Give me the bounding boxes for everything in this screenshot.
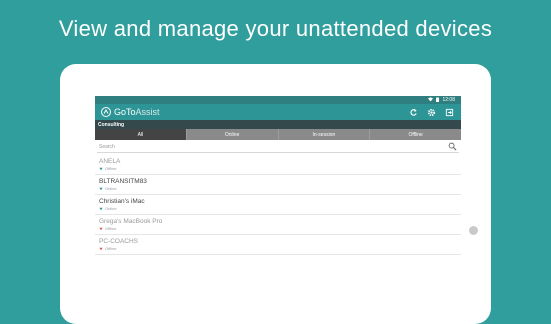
device-item[interactable]: Grega's MacBook Pro Offline — [95, 215, 461, 235]
filter-tabs: All Online In-session Offline — [95, 129, 461, 140]
headline: View and manage your unattended devices — [58, 16, 493, 41]
device-item[interactable]: Christian's iMac Online — [95, 195, 461, 215]
logo-text-assist: Assist — [135, 107, 160, 117]
refresh-icon — [410, 108, 417, 116]
app-logo: GoTo Assist — [101, 107, 160, 117]
tab-in-session[interactable]: In-session — [278, 129, 371, 140]
logo-text-goto: GoTo — [114, 107, 136, 117]
tablet-home-button — [469, 226, 478, 235]
arrow-down-icon — [99, 247, 103, 250]
device-status-text: Offline — [105, 226, 117, 231]
search-icon[interactable] — [448, 142, 457, 151]
tab-offline[interactable]: Offline — [370, 129, 461, 140]
logout-button[interactable] — [444, 107, 455, 118]
arrow-down-icon — [99, 227, 103, 230]
device-item[interactable]: ANELA Offline — [95, 155, 461, 175]
battery-icon — [436, 97, 440, 104]
search-bar — [97, 141, 459, 153]
tab-label: Online — [224, 131, 240, 138]
gotoassist-logo-icon — [101, 107, 111, 117]
device-name: PC-COACHS — [99, 238, 139, 245]
status-time: 12:08 — [442, 97, 455, 103]
device-status-text: Online — [105, 186, 117, 191]
logout-icon — [445, 108, 454, 116]
device-item[interactable]: PC-COACHS Offline — [95, 235, 461, 255]
device-status: Offline — [99, 226, 461, 231]
device-status: Online — [99, 206, 461, 211]
device-status-text: Offline — [105, 246, 117, 251]
tab-online[interactable]: Online — [186, 129, 279, 140]
device-status: Online — [99, 186, 461, 191]
tab-label: All — [137, 131, 144, 138]
device-name: Grega's MacBook Pro — [99, 218, 163, 225]
device-name: BLTRANSITM83 — [99, 178, 147, 185]
tab-all[interactable]: All — [95, 129, 187, 140]
device-item[interactable]: BLTRANSITM83 Online — [95, 175, 461, 195]
device-list: ANELA Offline BLTRANSITM83 Online Christ… — [95, 155, 461, 255]
group-name: Consulting — [98, 121, 125, 128]
arrow-down-icon — [99, 167, 103, 170]
arrow-down-icon — [99, 187, 103, 190]
device-status: Offline — [99, 166, 461, 171]
device-status-text: Offline — [105, 166, 117, 171]
refresh-button[interactable] — [408, 107, 419, 118]
app-screen: 12:08 GoTo Assist Consulting All Online … — [95, 96, 461, 310]
status-bar: 12:08 — [95, 96, 461, 104]
tab-label: In-session — [312, 131, 336, 138]
arrow-down-icon — [99, 207, 103, 210]
device-status-text: Online — [105, 206, 117, 211]
device-name: ANELA — [99, 158, 121, 165]
app-bar: GoTo Assist — [95, 104, 461, 120]
gear-icon — [427, 108, 436, 116]
search-input[interactable] — [97, 143, 431, 150]
wifi-icon — [428, 97, 434, 104]
device-name: Christian's iMac — [99, 198, 145, 205]
tab-label: Offline — [408, 131, 423, 138]
settings-button[interactable] — [426, 107, 437, 118]
group-header: Consulting — [95, 120, 461, 129]
device-status: Offline — [99, 246, 461, 251]
